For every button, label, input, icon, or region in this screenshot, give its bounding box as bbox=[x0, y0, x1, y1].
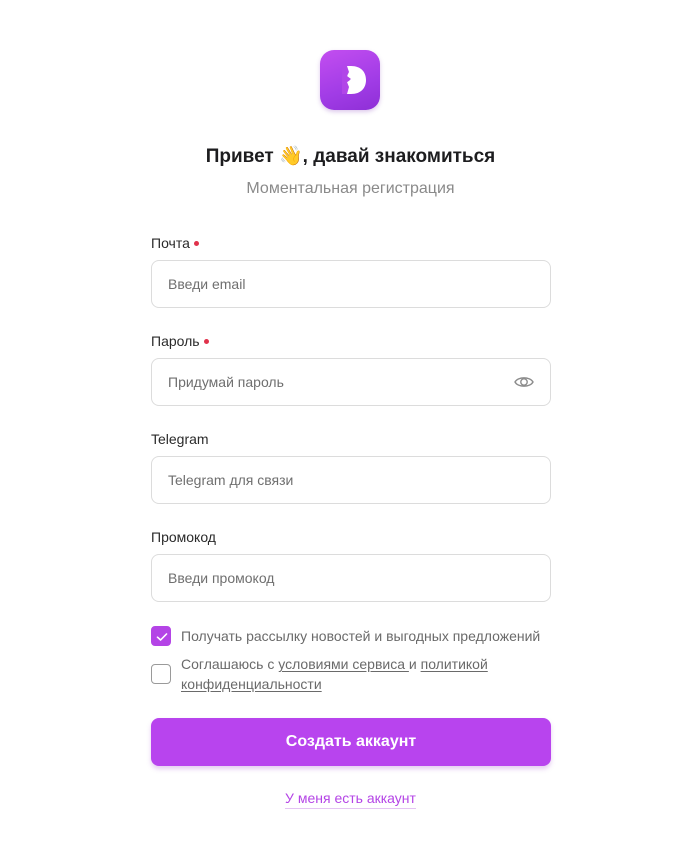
terms-row: Соглашаюсь с условиями сервиса и политик… bbox=[151, 654, 551, 694]
page-title: Привет 👋, давай знакомиться bbox=[205, 146, 496, 167]
login-link-row: У меня есть аккаунт bbox=[0, 790, 681, 809]
password-label: Пароль bbox=[151, 333, 209, 349]
email-label: Почта bbox=[151, 235, 199, 251]
promo-field[interactable] bbox=[152, 555, 508, 601]
newsletter-text: Получать рассылку новостей и выгодных пр… bbox=[181, 628, 541, 644]
telegram-field[interactable] bbox=[152, 457, 508, 503]
privacy-policy-link-part1[interactable]: политикой bbox=[421, 656, 488, 672]
email-label-text: Почта bbox=[151, 235, 190, 251]
email-field-container bbox=[151, 260, 551, 308]
required-dot bbox=[203, 339, 209, 344]
required-dot bbox=[193, 241, 199, 246]
page-subtitle: Моментальная регистрация bbox=[246, 180, 455, 197]
promo-field-container bbox=[151, 554, 551, 602]
newsletter-checkbox[interactable] bbox=[151, 626, 171, 646]
terms-prefix: Соглашаюсь с bbox=[181, 656, 279, 672]
terms-and: и bbox=[408, 656, 421, 672]
newsletter-row: Получать рассылку новостей и выгодных пр… bbox=[151, 626, 551, 646]
terms-of-service-link[interactable]: условиями сервиса bbox=[278, 656, 409, 672]
eye-icon[interactable] bbox=[514, 374, 534, 390]
terms-checkbox[interactable] bbox=[151, 664, 171, 684]
telegram-field-container bbox=[151, 456, 551, 504]
d-letter-logo-icon bbox=[342, 66, 366, 94]
app-logo bbox=[320, 50, 380, 110]
password-field[interactable] bbox=[152, 359, 508, 405]
promo-label: Промокод bbox=[151, 529, 216, 545]
email-field[interactable] bbox=[152, 261, 508, 307]
privacy-policy-link-part2[interactable]: конфиденциальности bbox=[181, 676, 322, 692]
have-account-link[interactable]: У меня есть аккаунт bbox=[285, 790, 416, 809]
checkmark-icon bbox=[156, 633, 168, 641]
create-account-button[interactable]: Создать аккаунт bbox=[151, 718, 551, 766]
telegram-label: Telegram bbox=[151, 431, 209, 447]
password-field-container bbox=[151, 358, 551, 406]
password-label-text: Пароль bbox=[151, 333, 200, 349]
terms-text-line1: Соглашаюсь с условиями сервиса и политик… bbox=[181, 654, 488, 674]
